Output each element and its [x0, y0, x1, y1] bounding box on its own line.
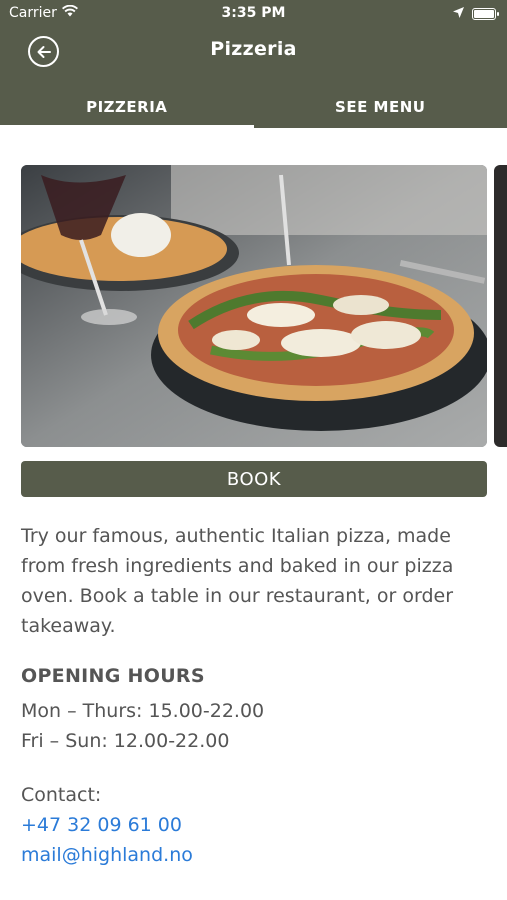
book-button-label: BOOK: [226, 468, 282, 490]
tab-pizzeria-label: PIZZERIA: [86, 98, 168, 116]
contact-label: Contact:: [21, 784, 102, 806]
battery-icon: [472, 8, 499, 20]
opening-hours-list: Mon – Thurs: 15.00-22.00 Fri – Sun: 12.0…: [21, 696, 264, 756]
app-header: Carrier 3:35 PM Pizzeria PIZZERIA SEE ME…: [0, 0, 507, 128]
tab-pizzeria[interactable]: PIZZERIA: [0, 86, 254, 128]
status-bar: Carrier 3:35 PM: [0, 0, 507, 28]
next-photo-preview[interactable]: [494, 165, 507, 447]
page-title: Pizzeria: [210, 38, 297, 60]
book-button[interactable]: BOOK: [21, 461, 487, 497]
contact-section: Contact: +47 32 09 61 00 mail@highland.n…: [21, 780, 193, 870]
pizza-photo[interactable]: [21, 165, 487, 447]
opening-hours-line: Mon – Thurs: 15.00-22.00: [21, 700, 265, 722]
tab-see-menu[interactable]: SEE MENU: [254, 86, 507, 128]
phone-link[interactable]: +47 32 09 61 00: [21, 810, 193, 840]
status-time: 3:35 PM: [221, 5, 286, 21]
email-link[interactable]: mail@highland.no: [21, 840, 193, 870]
description-text: Try our famous, authentic Italian pizza,…: [21, 525, 454, 637]
opening-hours-line: Fri – Sun: 12.00-22.00: [21, 730, 230, 752]
status-right: [453, 6, 499, 22]
location-arrow-icon: [453, 6, 464, 22]
tab-bar: PIZZERIA SEE MENU: [0, 86, 507, 128]
tab-see-menu-label: SEE MENU: [335, 98, 426, 116]
opening-hours-title: OPENING HOURS: [21, 665, 205, 687]
